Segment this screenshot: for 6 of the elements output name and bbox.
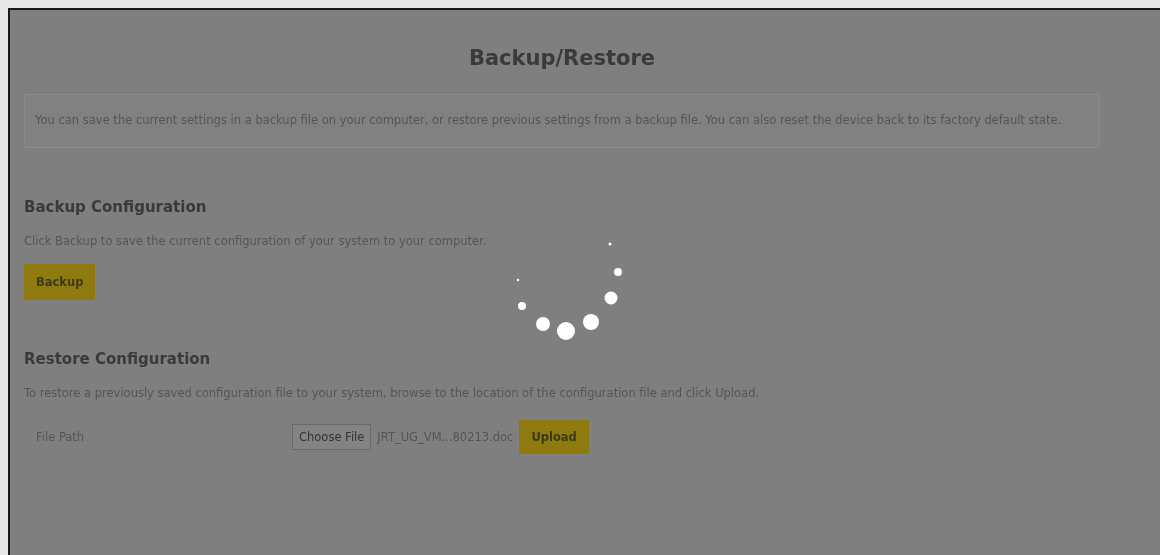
upload-button[interactable]: Upload (519, 420, 589, 454)
backup-button[interactable]: Backup (24, 264, 96, 300)
section-heading: Backup Configuration (24, 198, 208, 216)
choose-file-button[interactable]: Choose File (292, 424, 372, 450)
section-heading: Restore Configuration (24, 350, 212, 368)
page-title: Backup/Restore (467, 46, 657, 70)
